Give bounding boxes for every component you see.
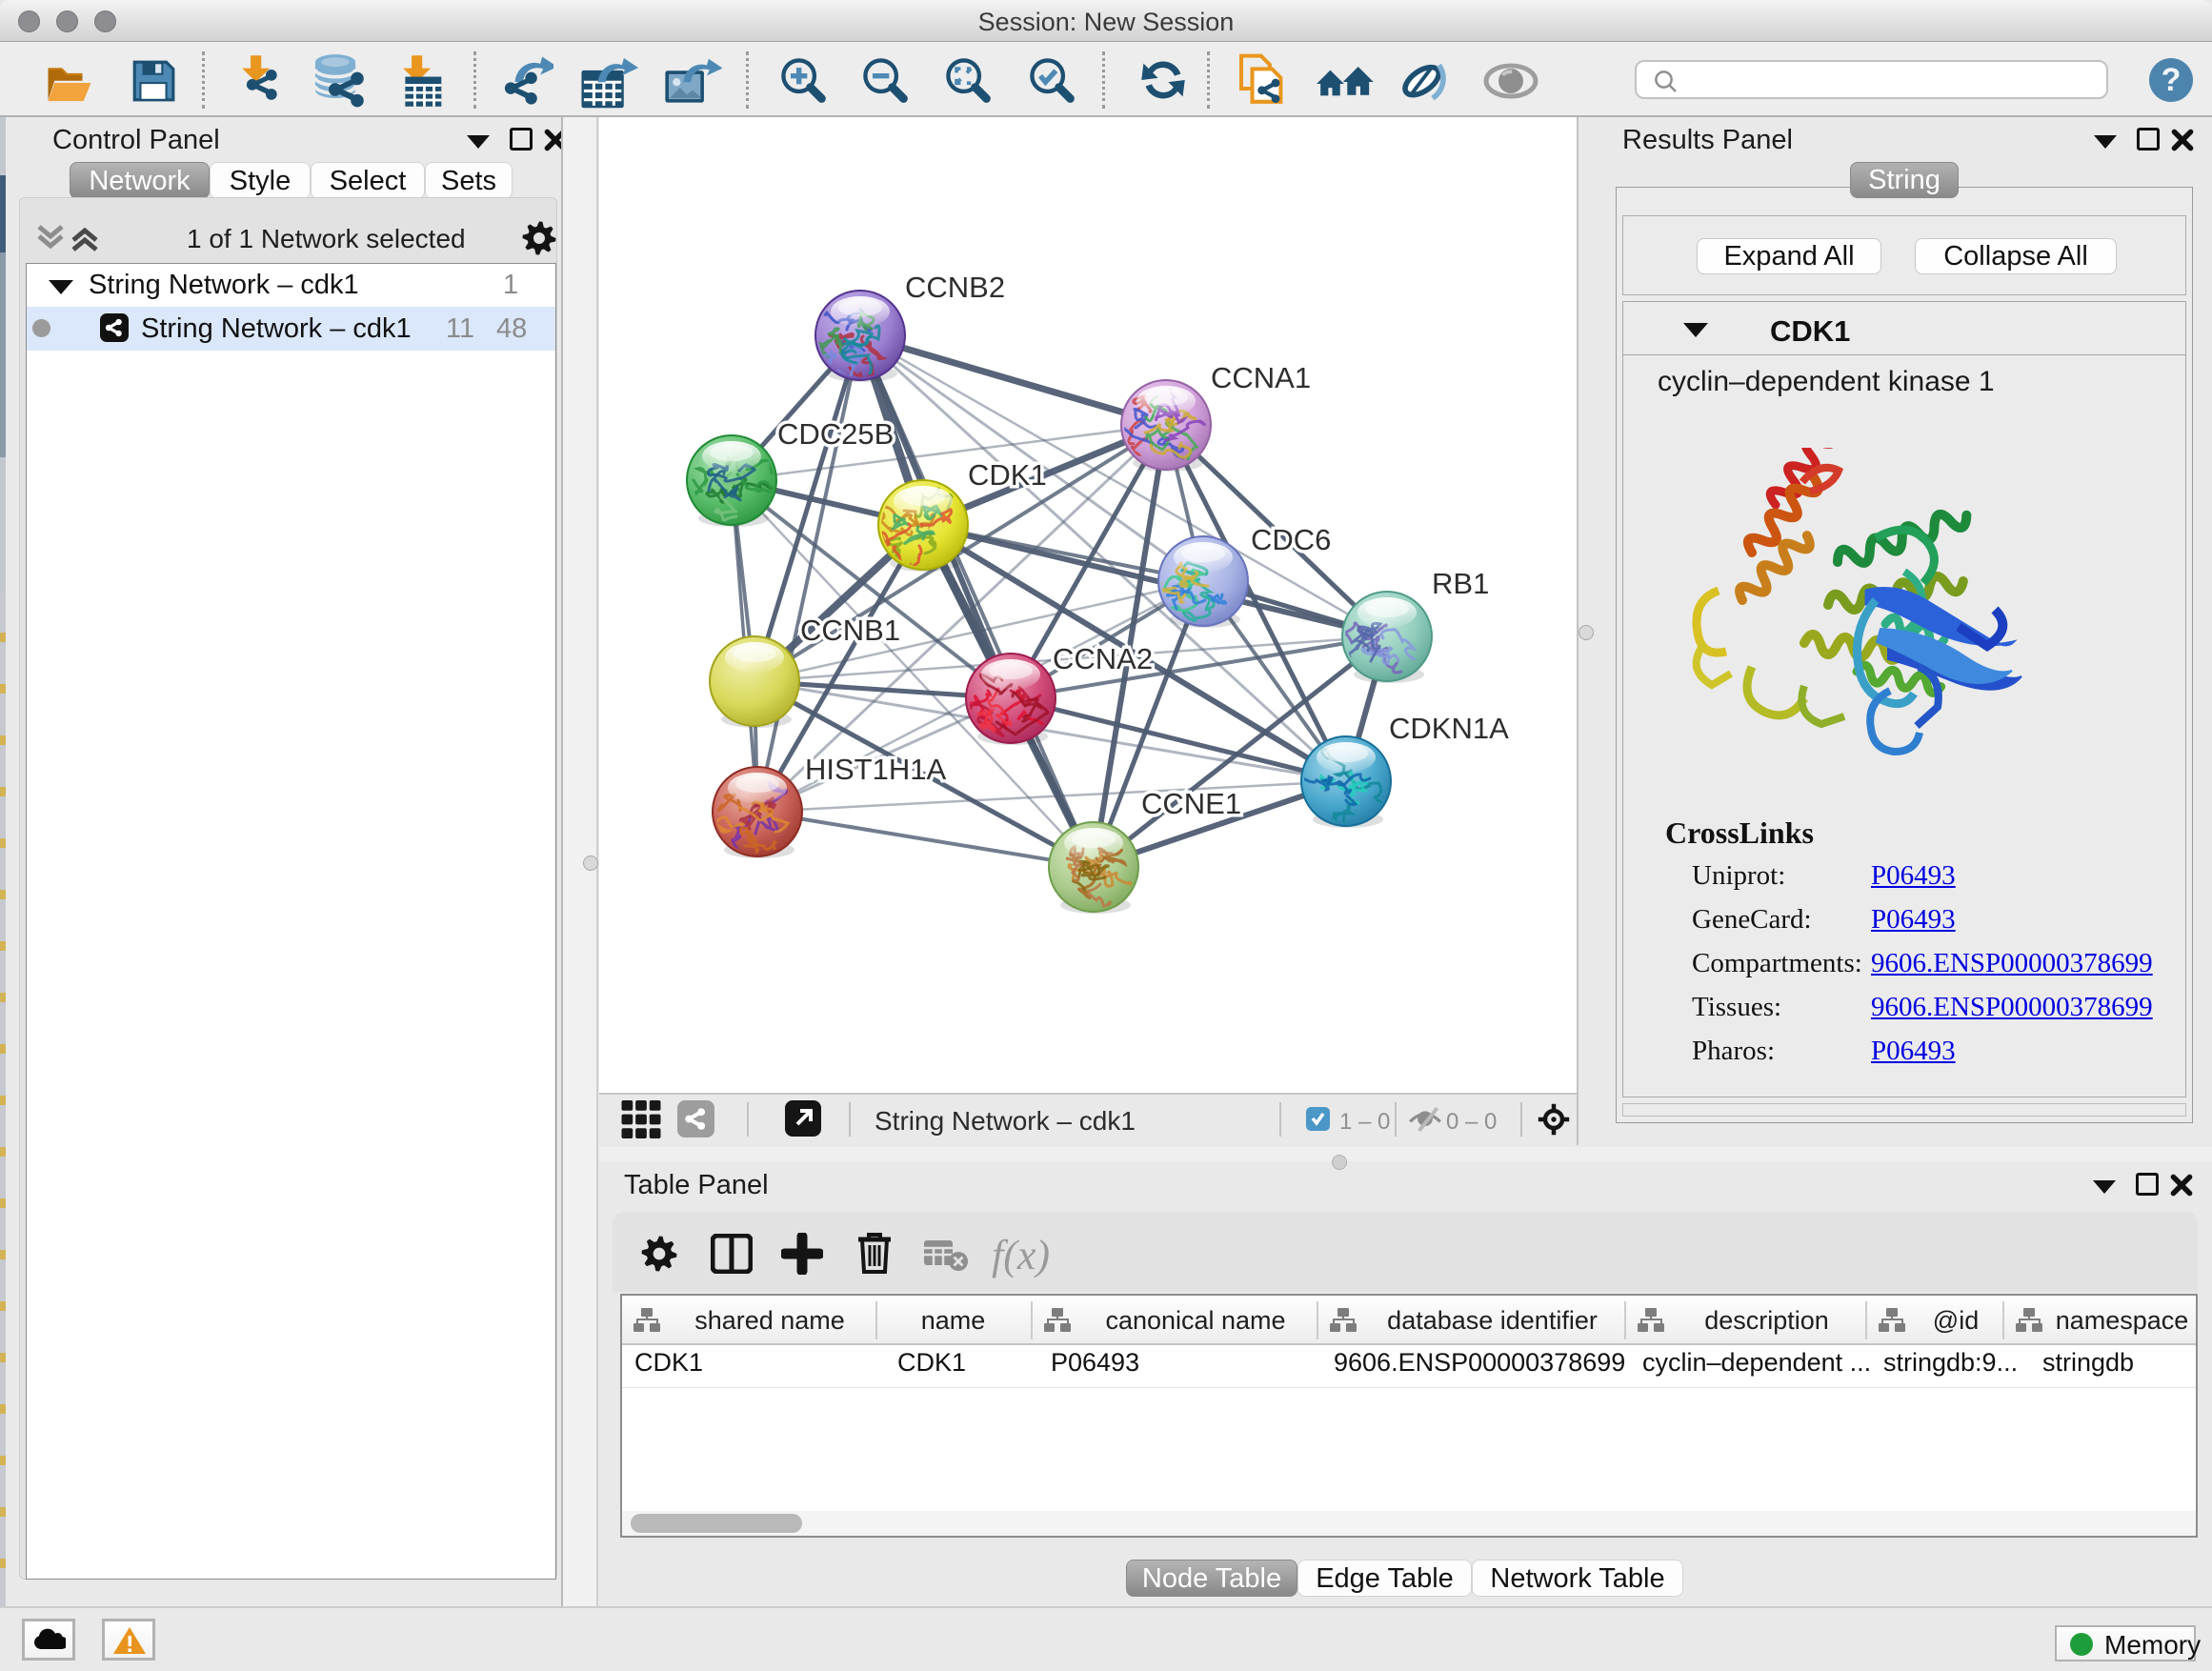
svg-text:CDC25B: CDC25B <box>777 417 894 451</box>
svg-text:RB1: RB1 <box>1432 567 1489 600</box>
svg-text:CCNB1: CCNB1 <box>800 614 900 647</box>
svg-text:CCNE1: CCNE1 <box>1141 787 1241 820</box>
svg-text:CCNA2: CCNA2 <box>1053 642 1153 675</box>
svg-text:HIST1H1A: HIST1H1A <box>805 753 946 786</box>
svg-text:CDK1: CDK1 <box>968 458 1047 492</box>
svg-text:CDKN1A: CDKN1A <box>1389 712 1509 745</box>
svg-text:CDC6: CDC6 <box>1251 523 1331 556</box>
svg-text:CCNA1: CCNA1 <box>1211 361 1311 394</box>
svg-text:CCNB2: CCNB2 <box>905 271 1005 304</box>
